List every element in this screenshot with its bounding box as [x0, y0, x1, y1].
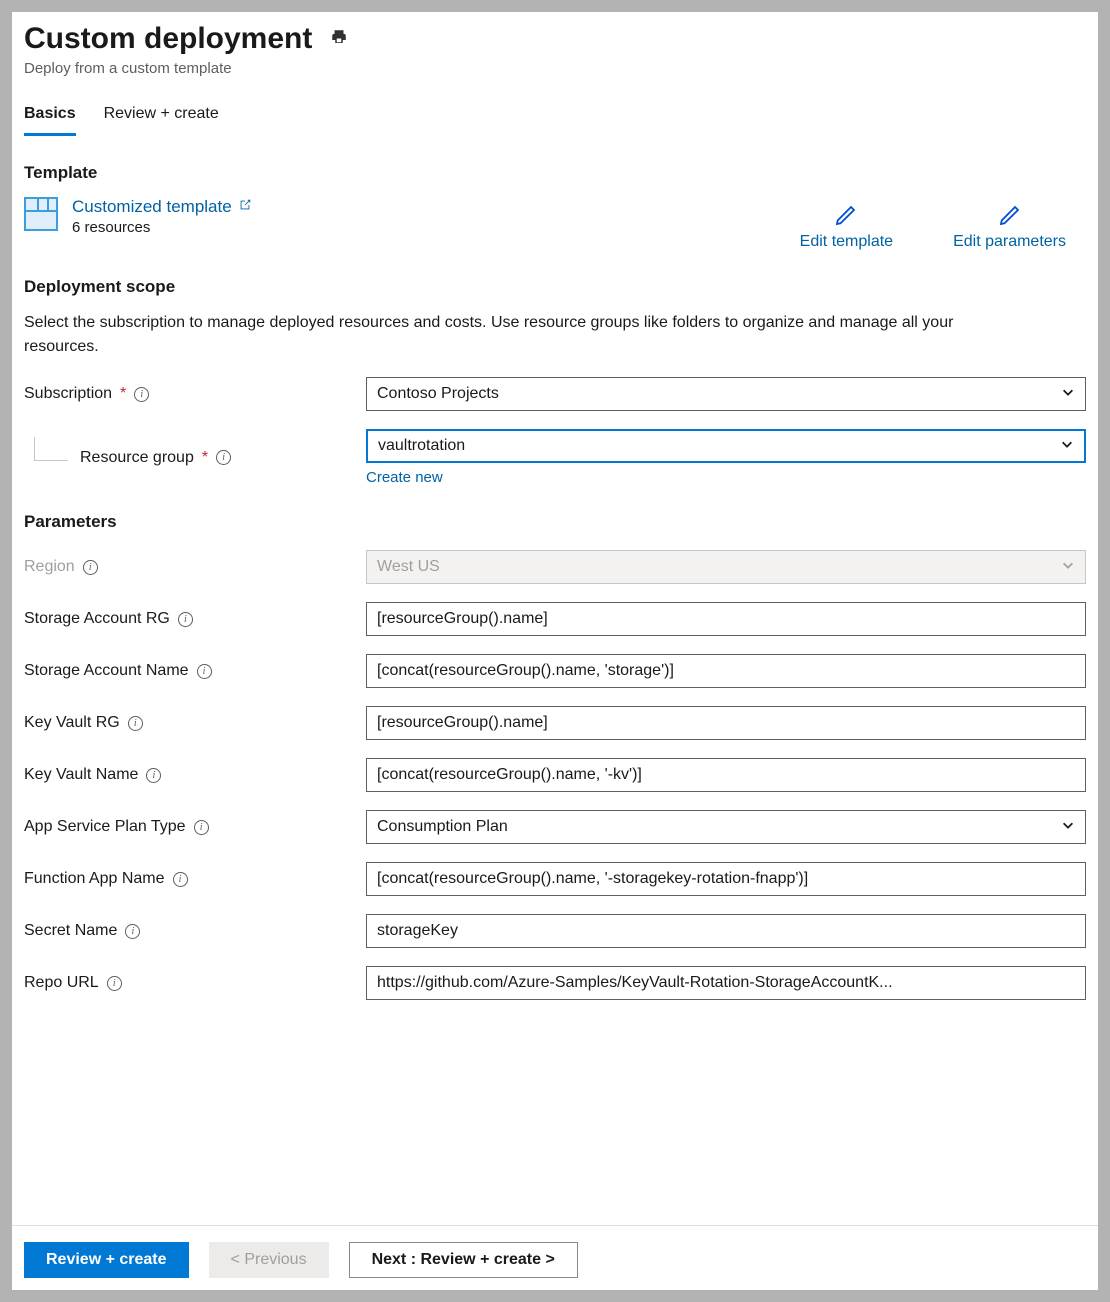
secret-name-label: Secret Name [24, 922, 117, 940]
create-new-link[interactable]: Create new [366, 469, 443, 486]
region-value: West US [377, 558, 440, 576]
storage-account-rg-input[interactable] [366, 602, 1086, 636]
print-icon[interactable] [330, 28, 348, 50]
resource-group-value: vaultrotation [378, 437, 465, 455]
section-title-template: Template [24, 163, 1086, 183]
key-vault-name-input[interactable] [366, 758, 1086, 792]
info-icon[interactable]: i [107, 976, 122, 991]
function-app-name-input[interactable] [366, 862, 1086, 896]
storage-account-name-input[interactable] [366, 654, 1086, 688]
info-icon[interactable]: i [134, 387, 149, 402]
info-icon[interactable]: i [197, 664, 212, 679]
edit-template-button[interactable]: Edit template [800, 203, 893, 251]
repo-url-input[interactable] [366, 966, 1086, 1000]
chevron-down-icon [1060, 437, 1074, 456]
storage-account-rg-label: Storage Account RG [24, 610, 170, 628]
tree-connector [34, 437, 68, 461]
info-icon[interactable]: i [125, 924, 140, 939]
secret-name-input[interactable] [366, 914, 1086, 948]
region-select: West US [366, 550, 1086, 584]
info-icon[interactable]: i [173, 872, 188, 887]
page-subtitle: Deploy from a custom template [24, 60, 1086, 77]
chevron-down-icon [1061, 818, 1075, 837]
info-icon[interactable]: i [194, 820, 209, 835]
info-icon[interactable]: i [146, 768, 161, 783]
edit-parameters-button[interactable]: Edit parameters [953, 203, 1066, 251]
chevron-down-icon [1061, 558, 1075, 577]
pencil-icon [834, 203, 858, 227]
template-icon [24, 197, 58, 231]
info-icon[interactable]: i [178, 612, 193, 627]
key-vault-name-label: Key Vault Name [24, 766, 138, 784]
resource-group-label: Resource group [80, 449, 194, 467]
external-link-icon [238, 198, 252, 216]
subscription-select[interactable]: Contoso Projects [366, 377, 1086, 411]
required-indicator: * [120, 385, 126, 403]
info-icon[interactable]: i [83, 560, 98, 575]
required-indicator: * [202, 449, 208, 467]
key-vault-rg-input[interactable] [366, 706, 1086, 740]
storage-account-name-label: Storage Account Name [24, 662, 189, 680]
page-title: Custom deployment [24, 22, 312, 56]
function-app-name-label: Function App Name [24, 870, 165, 888]
scope-description: Select the subscription to manage deploy… [24, 311, 984, 359]
app-service-plan-type-label: App Service Plan Type [24, 818, 186, 836]
app-service-plan-type-value: Consumption Plan [377, 818, 508, 836]
app-service-plan-type-select[interactable]: Consumption Plan [366, 810, 1086, 844]
subscription-label: Subscription [24, 385, 112, 403]
info-icon[interactable]: i [128, 716, 143, 731]
section-title-parameters: Parameters [24, 512, 1086, 532]
customized-template-link[interactable]: Customized template [72, 197, 232, 217]
chevron-down-icon [1061, 385, 1075, 404]
region-label: Region [24, 558, 75, 576]
review-create-button[interactable]: Review + create [24, 1242, 189, 1278]
resource-count: 6 resources [72, 219, 252, 236]
edit-parameters-label: Edit parameters [953, 233, 1066, 251]
next-button[interactable]: Next : Review + create > [349, 1242, 578, 1278]
section-title-scope: Deployment scope [24, 277, 1086, 297]
pencil-icon [998, 203, 1022, 227]
subscription-value: Contoso Projects [377, 385, 499, 403]
info-icon[interactable]: i [216, 450, 231, 465]
tab-review-create[interactable]: Review + create [104, 105, 219, 136]
repo-url-label: Repo URL [24, 974, 99, 992]
tabs: Basics Review + create [24, 105, 1086, 137]
previous-button: < Previous [209, 1242, 329, 1278]
tab-basics[interactable]: Basics [24, 105, 76, 136]
key-vault-rg-label: Key Vault RG [24, 714, 120, 732]
resource-group-select[interactable]: vaultrotation [366, 429, 1086, 463]
edit-template-label: Edit template [800, 233, 893, 251]
